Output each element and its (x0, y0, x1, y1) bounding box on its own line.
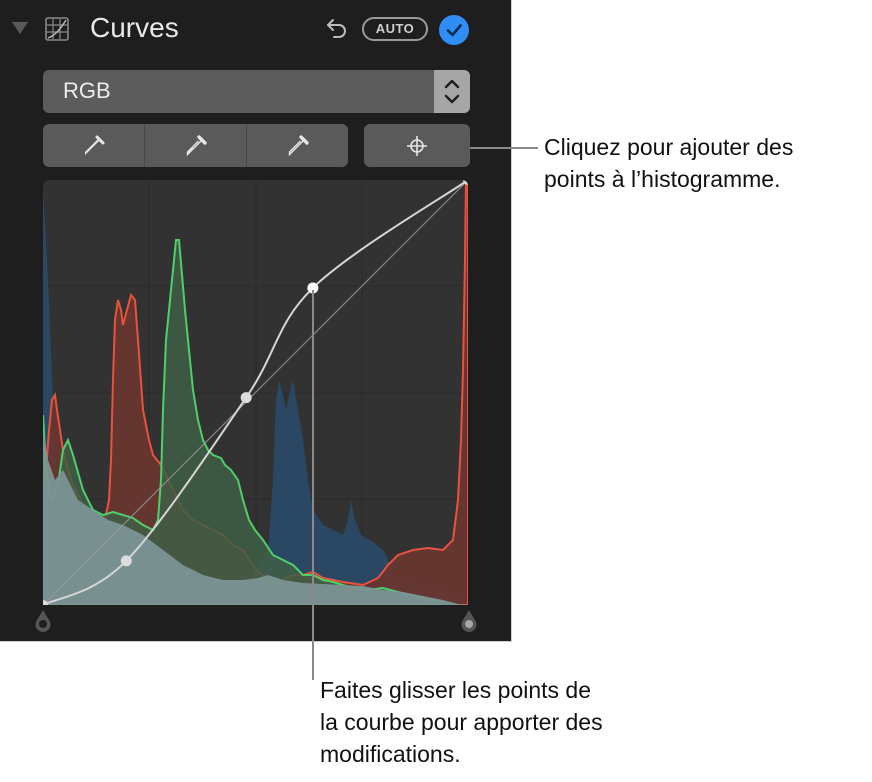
crosshair-icon (407, 135, 427, 156)
histogram-canvas[interactable] (43, 180, 468, 605)
callout-line-drag-point (312, 290, 314, 680)
channel-select-value: RGB (63, 78, 111, 103)
eyedropper-group (43, 124, 348, 167)
callout-line-add-point (470, 147, 538, 149)
callout-drag-points: Faites glisser les points de la courbe p… (320, 674, 720, 770)
select-stepper[interactable] (434, 70, 470, 113)
black-point-eyedropper-button[interactable] (43, 124, 145, 167)
chevron-up-down-icon (444, 79, 460, 104)
callout-line-text: modifications. (320, 741, 461, 767)
callout-add-points: Cliquez pour ajouter des points à l’hist… (544, 131, 872, 195)
white-point-eyedropper-button[interactable] (247, 124, 348, 167)
disclosure-triangle-icon[interactable] (12, 22, 28, 34)
black-point-slider-handle[interactable] (34, 610, 52, 632)
curves-panel: Curves AUTO RGB (0, 0, 512, 642)
checkmark-icon (446, 24, 462, 37)
callout-line-text: Faites glisser les points de (320, 677, 592, 703)
histogram[interactable] (43, 180, 468, 605)
callout-line-text: la courbe pour apporter des (320, 709, 603, 735)
callout-line-text: Cliquez pour ajouter des (544, 134, 794, 160)
curve-control-point[interactable] (240, 392, 252, 404)
gray-point-eyedropper-button[interactable] (145, 124, 247, 167)
enable-toggle[interactable] (439, 15, 469, 45)
panel-title: Curves (90, 12, 179, 43)
callout-line-text: points à l’histogramme. (544, 166, 781, 192)
undo-icon[interactable] (324, 15, 350, 41)
channel-select[interactable]: RGB (43, 70, 470, 113)
eyedropper-filled-icon (84, 135, 104, 155)
eyedropper-half-icon (186, 134, 207, 156)
curves-header: Curves AUTO (0, 0, 512, 60)
white-point-slider-handle[interactable] (460, 610, 478, 632)
curves-grid-icon (45, 17, 69, 41)
auto-button[interactable]: AUTO (362, 17, 428, 41)
add-point-button[interactable] (364, 124, 470, 167)
eyedropper-outline-icon (288, 134, 309, 156)
curve-control-point[interactable] (120, 555, 132, 567)
